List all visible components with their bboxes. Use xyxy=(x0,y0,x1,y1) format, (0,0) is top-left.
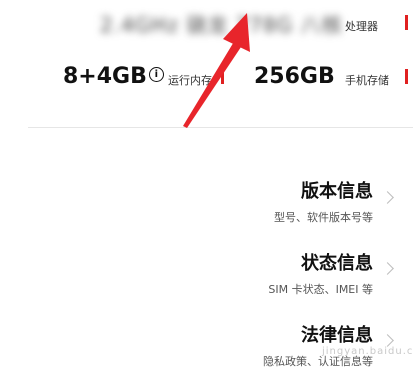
list-item-version-info[interactable]: 版本信息 型号、软件版本号等 xyxy=(200,177,373,224)
list-item-title: 版本信息 xyxy=(301,181,373,202)
watermark: jingyan.baidu.com xyxy=(322,346,413,357)
list-item-legal-info[interactable]: 法律信息 隐私政策、认证信息等 xyxy=(200,321,373,368)
chevron-right-icon xyxy=(381,334,394,347)
list-item-subtitle: 型号、软件版本号等 xyxy=(274,211,373,224)
storage-value: 256GB xyxy=(254,64,335,89)
storage-accent-bar xyxy=(405,69,408,84)
processor-label: 处理器 xyxy=(345,20,378,33)
memory-label: 运行内存 xyxy=(168,74,212,87)
chevron-right-icon xyxy=(381,191,394,204)
memory-value: 8+4GB i xyxy=(63,64,164,89)
storage-label: 手机存储 xyxy=(345,74,389,87)
list-item-title: 法律信息 xyxy=(301,325,373,346)
list-item-title: 状态信息 xyxy=(301,253,373,274)
processor-value: 2.4GHz 骁龙 778G 八核 xyxy=(100,13,343,37)
processor-accent-bar xyxy=(405,15,408,30)
memory-accent-bar xyxy=(221,69,224,84)
memory-value-text: 8+4GB xyxy=(63,64,147,89)
chevron-right-icon xyxy=(381,262,394,275)
info-icon[interactable]: i xyxy=(148,66,164,82)
list-item-status-info[interactable]: 状态信息 SIM 卡状态、IMEI 等 xyxy=(200,249,373,296)
section-divider xyxy=(28,127,413,128)
list-item-subtitle: SIM 卡状态、IMEI 等 xyxy=(268,283,373,296)
